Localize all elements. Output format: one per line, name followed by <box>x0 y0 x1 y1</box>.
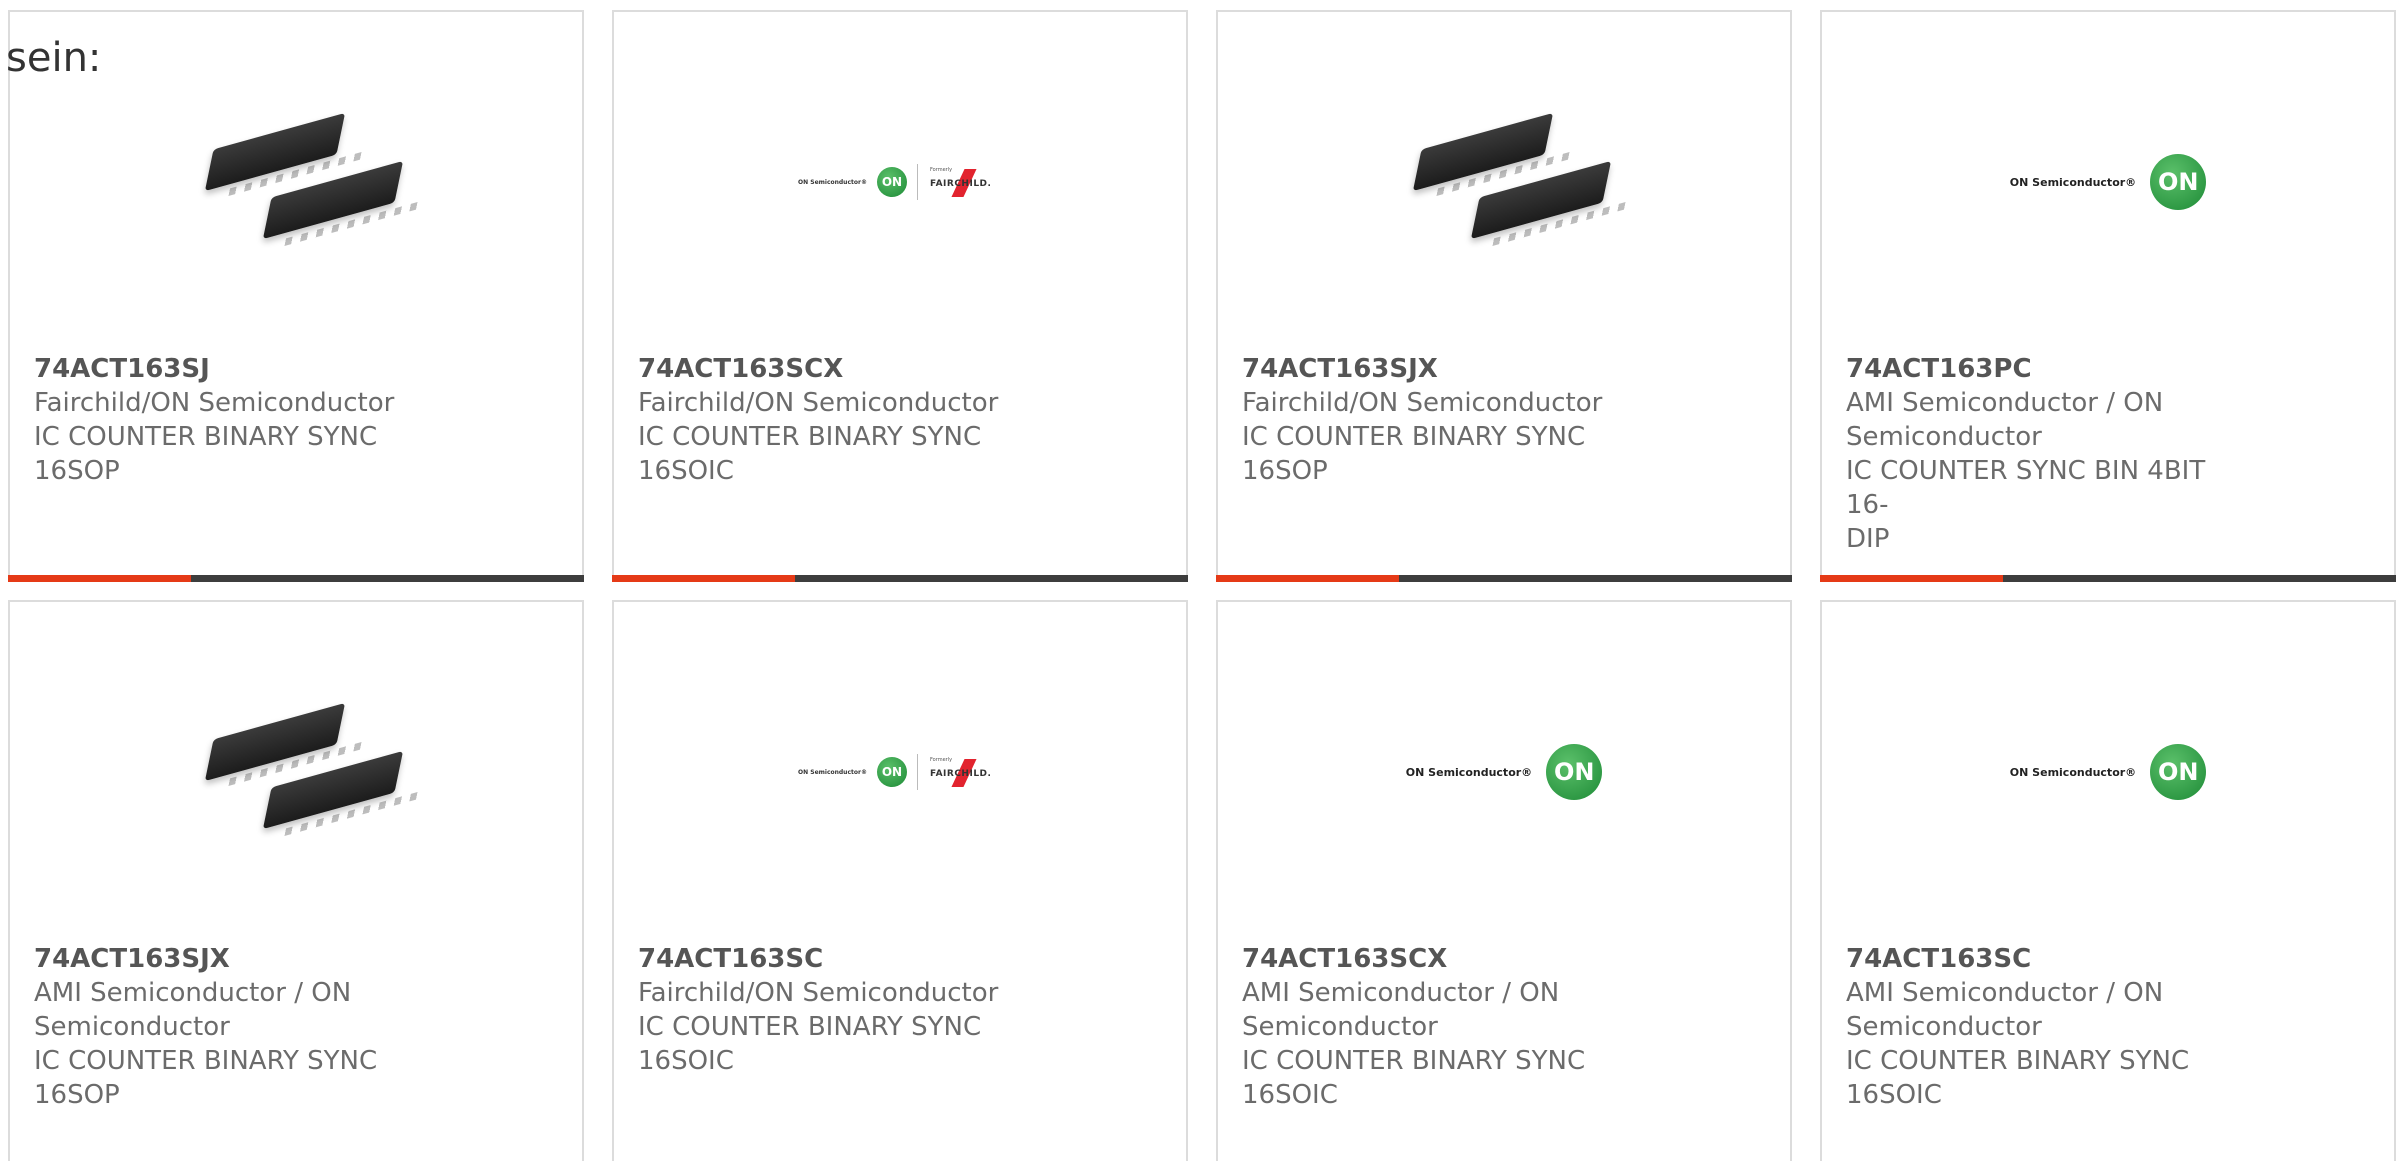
product-info: 74ACT163SJX AMI Semiconductor / ON Semicon… <box>34 942 434 1112</box>
part-number-link[interactable]: 74ACT163SJ <box>34 352 434 386</box>
product-card[interactable]: 74ACT163SJ Fairchild/ON Semiconductor IC C… <box>8 10 584 582</box>
description-text: 16SOIC <box>638 456 734 486</box>
product-card[interactable]: 74ACT163SJX Fairchild/ON Semiconductor IC … <box>1216 10 1792 582</box>
description-text: 16SOP <box>1242 456 1328 486</box>
part-number-link[interactable]: 74ACT163SC <box>638 942 1038 976</box>
description-text: IC COUNTER BINARY SYNC <box>34 422 378 452</box>
description-text: Semiconductor <box>1846 422 2042 452</box>
description-text: IC COUNTER BINARY SYNC <box>1846 1046 2190 1076</box>
fairchild-logo: Formerly FAIRCHILD. <box>928 755 1002 789</box>
intro-text: sein: <box>6 35 102 81</box>
product-info: 74ACT163SCX AMI Semiconductor / ON Semicon… <box>1242 942 1642 1112</box>
card-accent-bar <box>612 575 795 582</box>
description-text: IC COUNTER BINARY SYNC <box>1242 1046 1586 1076</box>
product-image[interactable] <box>10 672 582 872</box>
product-info: 74ACT163SJX Fairchild/ON Semiconductor IC … <box>1242 352 1642 488</box>
ic-chip-image <box>1404 82 1626 282</box>
on-fairchild-logo: ON Semiconductor® ON Formerly FAIRCHILD. <box>798 164 1002 200</box>
product-image[interactable]: ON Semiconductor® ON <box>1822 82 2394 282</box>
on-semiconductor-logo: ON Semiconductor® ON <box>2010 744 2207 800</box>
card-accent-bar <box>8 575 191 582</box>
on-badge-icon: ON <box>876 167 907 197</box>
description-text: IC COUNTER BINARY SYNC <box>638 1012 982 1042</box>
description-text: IC COUNTER BINARY SYNC <box>34 1046 378 1076</box>
part-number-link[interactable]: 74ACT163SJX <box>34 942 434 976</box>
ic-chip-image <box>196 82 418 282</box>
product-card[interactable]: ON Semiconductor® ON 74ACT163SCX AMI Semico… <box>1216 600 1792 1161</box>
manufacturer-text: AMI Semiconductor / ON <box>1242 978 1560 1008</box>
ic-chip-image <box>196 672 418 872</box>
manufacturer-text: AMI Semiconductor / ON <box>34 978 352 1008</box>
product-info: 74ACT163SJ Fairchild/ON Semiconductor IC C… <box>34 352 434 488</box>
description-text: 16SOIC <box>1242 1080 1338 1110</box>
description-text: DIP <box>1846 524 1890 554</box>
card-bottom-bar <box>1820 575 2396 582</box>
part-number-link[interactable]: 74ACT163SJX <box>1242 352 1642 386</box>
product-image[interactable] <box>10 82 582 282</box>
description-text: IC COUNTER BINARY SYNC <box>638 422 982 452</box>
on-badge-icon: ON <box>876 757 907 787</box>
product-info: 74ACT163PC AMI Semiconductor / ON Semicond… <box>1846 352 2246 556</box>
product-info: 74ACT163SCX Fairchild/ON Semiconductor IC … <box>638 352 1038 488</box>
product-card[interactable]: 74ACT163SJX AMI Semiconductor / ON Semicon… <box>8 600 584 1161</box>
manufacturer-text: Fairchild/ON Semiconductor <box>638 388 999 418</box>
manufacturer-text: AMI Semiconductor / ON <box>1846 978 2164 1008</box>
on-badge-icon: ON <box>2150 744 2207 800</box>
product-info: 74ACT163SC Fairchild/ON Semiconductor IC C… <box>638 942 1038 1078</box>
manufacturer-text: AMI Semiconductor / ON <box>1846 388 2164 418</box>
manufacturer-text: Fairchild/ON Semiconductor <box>638 978 999 1008</box>
product-image[interactable]: ON Semiconductor® ON Formerly FAIRCHILD. <box>614 82 1186 282</box>
product-card[interactable]: ON Semiconductor® ON 74ACT163SC AMI Semicon… <box>1820 600 2396 1161</box>
on-badge-icon: ON <box>1546 744 1603 800</box>
card-bottom-bar <box>8 575 584 582</box>
description-text: IC COUNTER BINARY SYNC <box>1242 422 1586 452</box>
description-text: Semiconductor <box>1242 1012 1438 1042</box>
product-card[interactable]: ON Semiconductor® ON 74ACT163PC AMI Semicon… <box>1820 10 2396 582</box>
description-text: 16SOP <box>34 1080 120 1110</box>
part-number-link[interactable]: 74ACT163SCX <box>1242 942 1642 976</box>
on-semiconductor-logo: ON Semiconductor® ON <box>1406 744 1603 800</box>
description-text: Semiconductor <box>1846 1012 2042 1042</box>
product-image[interactable]: ON Semiconductor® ON Formerly FAIRCHILD. <box>614 672 1186 872</box>
description-text: 16SOP <box>34 456 120 486</box>
product-card[interactable]: ON Semiconductor® ON Formerly FAIRCHILD. 74A… <box>612 600 1188 1161</box>
description-text: Semiconductor <box>34 1012 230 1042</box>
product-info: 74ACT163SC AMI Semiconductor / ON Semicond… <box>1846 942 2246 1112</box>
product-grid-page: sein: 74ACT163SJ Fairchild/ON Semiconduct… <box>0 0 2400 1161</box>
on-fairchild-logo: ON Semiconductor® ON Formerly FAIRCHILD. <box>798 754 1002 790</box>
description-text: 16SOIC <box>638 1046 734 1076</box>
card-bottom-bar <box>612 575 1188 582</box>
description-text: IC COUNTER SYNC BIN 4BIT 16- <box>1846 456 2206 520</box>
product-image[interactable]: ON Semiconductor® ON <box>1218 672 1790 872</box>
product-image[interactable] <box>1218 82 1790 282</box>
description-text: 16SOIC <box>1846 1080 1942 1110</box>
on-semiconductor-logo: ON Semiconductor® ON <box>2010 154 2207 210</box>
card-bottom-bar <box>1216 575 1792 582</box>
manufacturer-text: Fairchild/ON Semiconductor <box>34 388 395 418</box>
manufacturer-text: Fairchild/ON Semiconductor <box>1242 388 1603 418</box>
product-image[interactable]: ON Semiconductor® ON <box>1822 672 2394 872</box>
product-card[interactable]: ON Semiconductor® ON Formerly FAIRCHILD. 74A… <box>612 10 1188 582</box>
part-number-link[interactable]: 74ACT163SCX <box>638 352 1038 386</box>
card-accent-bar <box>1820 575 2003 582</box>
part-number-link[interactable]: 74ACT163PC <box>1846 352 2246 386</box>
card-accent-bar <box>1216 575 1399 582</box>
on-badge-icon: ON <box>2150 154 2207 210</box>
part-number-link[interactable]: 74ACT163SC <box>1846 942 2246 976</box>
fairchild-logo: Formerly FAIRCHILD. <box>928 165 1002 199</box>
